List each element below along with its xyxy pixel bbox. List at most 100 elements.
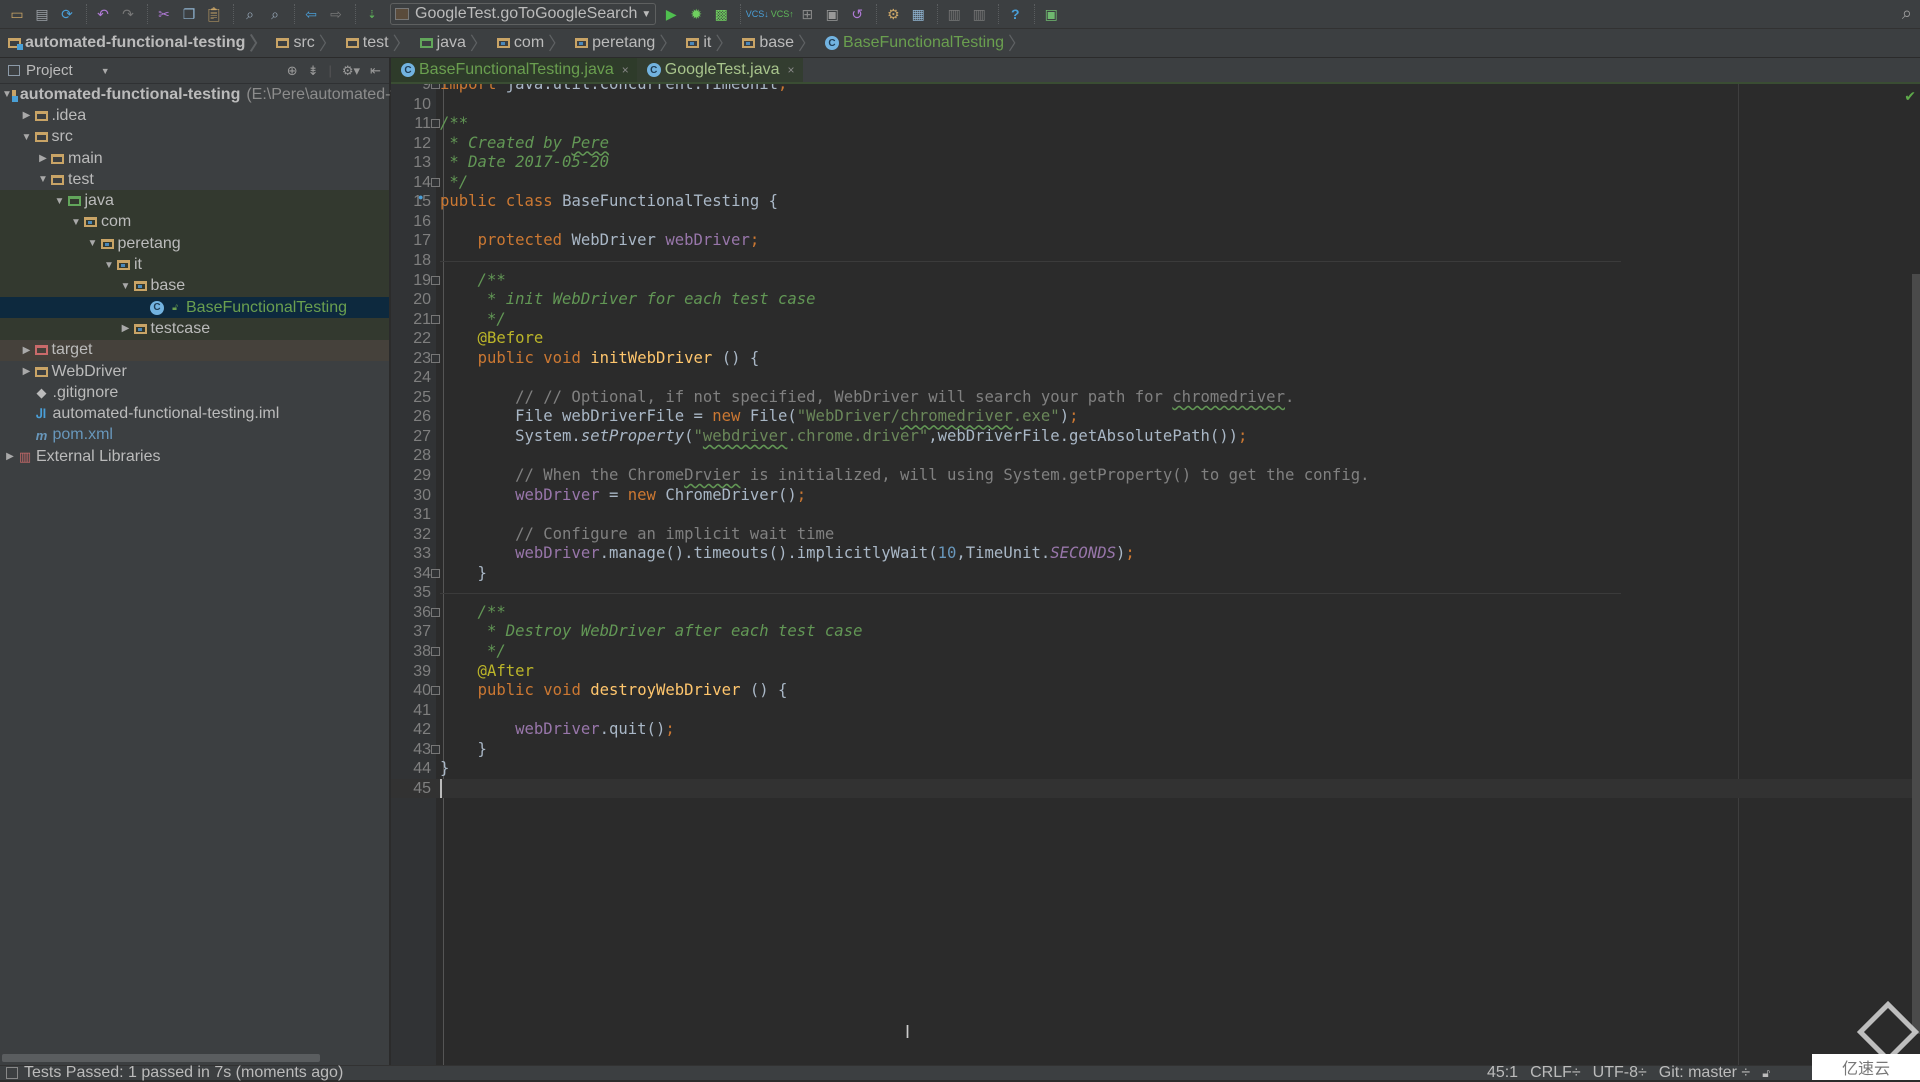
collapsed-arrow-icon[interactable]: ▶ — [2, 451, 18, 462]
tree-item[interactable]: m pom.xml — [0, 425, 389, 446]
tree-item[interactable]: ◆ .gitignore — [0, 382, 389, 403]
status-message[interactable]: Tests Passed: 1 passed in 7s (moments ag… — [24, 1064, 343, 1082]
tab-google-test[interactable]: C GoogleTest.java × — [636, 58, 803, 82]
breadcrumb-item[interactable]: C BaseFunctionalTesting 〉 — [825, 30, 1035, 56]
encoding-select[interactable]: UTF-8÷ — [1593, 1064, 1647, 1082]
collapsed-arrow-icon[interactable]: ▶ — [19, 366, 35, 377]
collapse-all-icon[interactable]: ⇟ — [308, 63, 319, 79]
search-everywhere-icon[interactable]: ⌕ — [1902, 3, 1912, 24]
expanded-arrow-icon[interactable]: ▼ — [19, 132, 35, 143]
fold-toggle-icon[interactable] — [431, 275, 440, 285]
expanded-arrow-icon[interactable]: ▼ — [2, 89, 12, 100]
tree-item[interactable]: ▼ base — [0, 275, 389, 297]
chevron-down-icon[interactable]: ▼ — [101, 66, 110, 76]
tool-windows-icon[interactable] — [6, 1067, 18, 1079]
forward-icon[interactable]: ⇨ — [325, 3, 347, 25]
fold-toggle-icon[interactable] — [431, 353, 440, 363]
tab-base-functional-testing[interactable]: C BaseFunctionalTesting.java × — [391, 58, 637, 82]
tree-item[interactable]: ▶ main — [0, 148, 389, 169]
cut-icon[interactable]: ✂ — [153, 3, 175, 25]
caret-position[interactable]: 45:1 — [1487, 1064, 1518, 1082]
expanded-arrow-icon[interactable]: ▼ — [85, 238, 101, 249]
expanded-arrow-icon[interactable]: ▼ — [35, 174, 51, 185]
expanded-arrow-icon[interactable]: ▼ — [101, 260, 117, 271]
avd-manager-icon[interactable]: ▥ — [943, 3, 965, 25]
make-project-icon[interactable]: ⇣ — [361, 3, 383, 25]
scrollbar-thumb[interactable] — [2, 1054, 320, 1062]
fold-toggle-icon[interactable] — [431, 607, 440, 617]
sdk-manager-icon[interactable]: ▥ — [968, 3, 990, 25]
tree-item[interactable]: ▼ com — [0, 211, 389, 234]
breadcrumb-item[interactable]: it 〉 — [686, 30, 742, 56]
coverage-icon[interactable]: ▩ — [710, 3, 732, 25]
collapsed-arrow-icon[interactable]: ▶ — [19, 110, 35, 121]
breadcrumb-item[interactable]: base 〉 — [742, 30, 825, 56]
collapsed-arrow-icon[interactable]: ▶ — [19, 345, 35, 356]
save-all-icon[interactable]: ▤ — [31, 3, 53, 25]
fold-toggle-icon[interactable] — [431, 314, 440, 324]
tree-item[interactable]: ▼ it — [0, 254, 389, 276]
project-structure-icon[interactable]: ▦ — [907, 3, 929, 25]
vcs-update-icon[interactable]: VCS↓ — [746, 3, 769, 25]
breadcrumb-item[interactable]: test 〉 — [345, 30, 420, 56]
tree-item[interactable]: ▼ java — [0, 190, 389, 212]
vcs-revert-icon[interactable]: ↺ — [846, 3, 868, 25]
tree-item[interactable]: ▼ automated-functional-testing (E:\Pere\au… — [0, 84, 421, 105]
lock-icon[interactable]: 🔓︎ — [1762, 1066, 1770, 1081]
implemented-marker-icon[interactable]: ● — [418, 192, 423, 202]
copy-icon[interactable]: ❐ — [178, 3, 200, 25]
tree-item[interactable]: ▶ testcase — [0, 318, 389, 340]
fold-toggle-icon[interactable] — [431, 568, 440, 578]
vcs-compare-icon[interactable]: ⊞ — [796, 3, 818, 25]
gear-icon[interactable]: ⚙▾ — [342, 63, 360, 79]
expanded-arrow-icon[interactable]: ▼ — [52, 196, 68, 207]
fold-toggle-icon[interactable] — [431, 646, 440, 656]
undo-icon[interactable]: ↶ — [92, 3, 114, 25]
fold-toggle-icon[interactable] — [431, 744, 440, 754]
find-icon[interactable]: ⌕ — [239, 3, 261, 25]
scroll-from-source-icon[interactable]: ⊕ — [287, 63, 298, 79]
vcs-history-icon[interactable]: ▣ — [821, 3, 843, 25]
horizontal-scrollbar[interactable] — [2, 1054, 388, 1062]
tree-item[interactable]: ▼ peretang — [0, 233, 389, 255]
settings-icon[interactable]: ⚙ — [882, 3, 904, 25]
breadcrumb-item[interactable]: peretang 〉 — [575, 30, 686, 56]
open-icon[interactable]: ▭ — [6, 3, 28, 25]
collapsed-arrow-icon[interactable]: ▶ — [35, 153, 51, 164]
vcs-branch-select[interactable]: Git: master ÷ — [1659, 1064, 1750, 1082]
tree-item[interactable]: ▶ WebDriver — [0, 361, 389, 382]
tree-item[interactable]: ▶ target — [0, 339, 389, 361]
collapsed-arrow-icon[interactable]: ▶ — [118, 323, 134, 334]
tree-item[interactable]: Ꭻl automated-functional-testing.iml — [0, 403, 389, 424]
paste-icon[interactable]: 📋︎ — [203, 3, 225, 25]
close-icon[interactable]: × — [622, 63, 629, 77]
run-icon[interactable]: ▶ — [660, 3, 682, 25]
redo-icon[interactable]: ↷ — [117, 3, 139, 25]
tree-item[interactable]: ▶ .idea — [0, 105, 389, 126]
expanded-arrow-icon[interactable]: ▼ — [68, 217, 84, 228]
line-separator-select[interactable]: CRLF÷ — [1530, 1064, 1581, 1082]
vertical-scrollbar[interactable] — [1912, 274, 1920, 1034]
breadcrumb-item[interactable]: automated-functional-testing 〉 — [8, 30, 276, 56]
run-configuration-select[interactable]: GoogleTest.goToGoogleSearch ▼ — [390, 3, 657, 25]
tree-item[interactable]: ▼ src — [0, 127, 389, 148]
breadcrumb-item[interactable]: java 〉 — [419, 30, 497, 56]
back-icon[interactable]: ⇦ — [300, 3, 322, 25]
synchronize-icon[interactable]: ⟳ — [56, 3, 78, 25]
tree-item[interactable]: ▶ ▥ External Libraries — [0, 446, 389, 467]
breadcrumb-item[interactable]: com 〉 — [496, 30, 575, 56]
help-icon[interactable]: ? — [1004, 3, 1026, 25]
debug-icon[interactable]: ✹ — [685, 3, 707, 25]
expanded-arrow-icon[interactable]: ▼ — [118, 281, 134, 292]
breadcrumb-item[interactable]: src 〉 — [276, 30, 345, 56]
fold-toggle-icon[interactable] — [431, 119, 440, 129]
vcs-commit-icon[interactable]: VCS↑ — [771, 3, 794, 25]
fold-toggle-icon[interactable] — [431, 84, 440, 89]
fold-toggle-icon[interactable] — [431, 177, 440, 187]
project-view-title[interactable]: Project — [26, 62, 73, 79]
close-icon[interactable]: × — [788, 63, 795, 77]
replace-icon[interactable]: ⌕ — [264, 3, 286, 25]
fold-toggle-icon[interactable] — [431, 686, 440, 696]
inspection-ok-icon[interactable]: ✔ — [1904, 88, 1916, 105]
tree-item[interactable]: C 🔓︎ BaseFunctionalTesting — [0, 296, 389, 319]
